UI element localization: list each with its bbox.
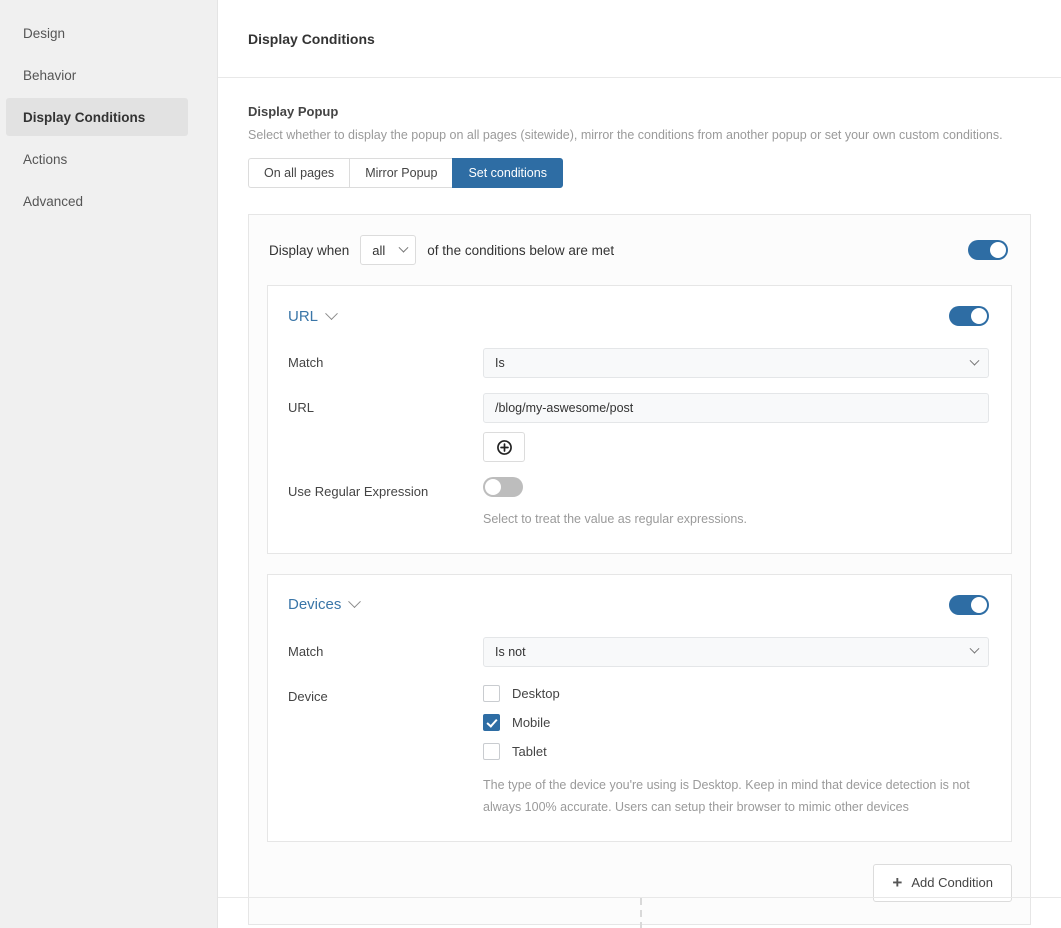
page-title: Display Conditions — [248, 30, 375, 47]
chevron-down-icon[interactable] — [325, 306, 338, 320]
sidebar-item-label: Actions — [23, 151, 68, 167]
display-mode-tabs: On all pages Mirror Popup Set conditions — [248, 158, 1031, 188]
device-label: Desktop — [512, 685, 560, 701]
display-popup-label: Display Popup — [248, 104, 339, 119]
devices-match-value: Is not — [495, 644, 526, 659]
condition-title-devices[interactable]: Devices — [288, 596, 341, 613]
condition-header-devices: Devices — [288, 594, 989, 615]
device-checkbox-tablet[interactable]: Tablet — [483, 740, 989, 763]
tab-mirror-popup[interactable]: Mirror Popup — [349, 158, 453, 188]
match-mode-select[interactable]: all — [360, 235, 417, 265]
condition-card-devices: Devices Match Is not Device Desktop Mobi… — [267, 573, 1012, 842]
sidebar-item-label: Advanced — [23, 193, 84, 209]
url-regex-row: Use Regular Expression Select to treat t… — [288, 477, 989, 531]
devices-match-row: Match Is not — [288, 636, 989, 667]
device-label: Tablet — [512, 743, 547, 759]
sidebar-item-label: Behavior — [23, 67, 77, 83]
display-popup-description: Select whether to display the popup on a… — [248, 128, 1003, 142]
chevron-down-icon — [969, 644, 980, 654]
conditions-container: Display when all of the conditions below… — [248, 214, 1031, 925]
devices-match-label: Match — [288, 643, 324, 659]
sidebar-item-design[interactable]: Design — [6, 14, 188, 52]
tab-label: On all pages — [264, 166, 335, 180]
url-regex-label: Use Regular Expression — [288, 484, 429, 499]
url-regex-toggle[interactable] — [483, 477, 523, 497]
sidebar-item-label: Design — [23, 25, 66, 41]
device-label: Mobile — [512, 714, 551, 730]
checkbox-box — [483, 713, 500, 731]
devices-help: The type of the device you're using is D… — [483, 777, 970, 814]
condition-title-url[interactable]: URL — [288, 308, 318, 325]
url-value-input[interactable]: /blog/my-aswesome/post — [483, 393, 989, 423]
url-match-row: Match Is — [288, 348, 989, 378]
settings-sidebar: Design Behavior Display Conditions Actio… — [0, 0, 217, 928]
display-when-suffix: of the conditions below are met — [427, 242, 615, 258]
url-value-row: URL /blog/my-aswesome/post — [288, 393, 989, 462]
chevron-down-icon — [969, 355, 980, 366]
plus-icon: + — [892, 873, 903, 893]
display-conditions-toggle[interactable] — [968, 240, 1008, 260]
toggle-knob — [971, 308, 987, 324]
toggle-knob — [971, 596, 987, 613]
chevron-down-icon[interactable] — [348, 595, 362, 609]
display-when-prefix: Display when — [269, 242, 350, 258]
chevron-down-icon — [398, 242, 409, 253]
panel-header: Display Conditions — [218, 0, 1061, 78]
flow-connector-line — [639, 898, 642, 928]
url-regex-help: Select to treat the value as regular exp… — [483, 512, 748, 526]
main-panel: Display Conditions Display Popup Select … — [217, 0, 1061, 928]
condition-toggle-devices[interactable] — [949, 594, 989, 615]
circle-plus-icon — [496, 439, 512, 455]
sidebar-item-actions[interactable]: Actions — [6, 140, 188, 178]
checkbox-box — [483, 742, 500, 760]
add-url-value-button[interactable] — [483, 432, 525, 462]
condition-card-url: URL Match Is URL /blog/my-aswesome/post … — [267, 285, 1012, 554]
match-mode-value: all — [372, 242, 386, 258]
add-condition-button[interactable]: + Add Condition — [873, 863, 1012, 902]
device-checkbox-desktop[interactable]: Desktop — [483, 682, 989, 705]
url-match-value: Is — [495, 356, 505, 370]
checkbox-box — [483, 684, 500, 702]
condition-toggle-url[interactable] — [949, 306, 989, 326]
sidebar-item-display-conditions[interactable]: Display Conditions — [6, 98, 188, 136]
panel-body: Display Popup Select whether to display … — [218, 78, 1061, 925]
toggle-knob — [485, 479, 501, 495]
display-conditions-screen: Design Behavior Display Conditions Actio… — [0, 0, 1061, 928]
add-condition-row: + Add Condition — [267, 863, 1012, 902]
sidebar-item-behavior[interactable]: Behavior — [6, 56, 188, 94]
sidebar-item-label: Display Conditions — [23, 109, 146, 125]
device-checkbox-mobile[interactable]: Mobile — [483, 711, 989, 734]
devices-label: Device — [288, 688, 328, 704]
tab-on-all-pages[interactable]: On all pages — [248, 158, 350, 188]
tab-label: Mirror Popup — [365, 166, 438, 180]
display-when-row: Display when all of the conditions below… — [267, 233, 1012, 265]
sidebar-item-advanced[interactable]: Advanced — [6, 182, 188, 220]
url-value-label: URL — [288, 400, 315, 415]
toggle-knob — [990, 242, 1006, 258]
tab-set-conditions[interactable]: Set conditions — [452, 158, 563, 188]
add-condition-label: Add Condition — [911, 875, 993, 891]
devices-match-select[interactable]: Is not — [483, 636, 989, 667]
url-match-label: Match — [288, 355, 324, 370]
condition-header-url: URL — [288, 306, 989, 326]
tab-label: Set conditions — [468, 166, 547, 180]
url-match-select[interactable]: Is — [483, 348, 989, 378]
devices-list-row: Device Desktop Mobile Tablet The type of… — [288, 682, 989, 819]
